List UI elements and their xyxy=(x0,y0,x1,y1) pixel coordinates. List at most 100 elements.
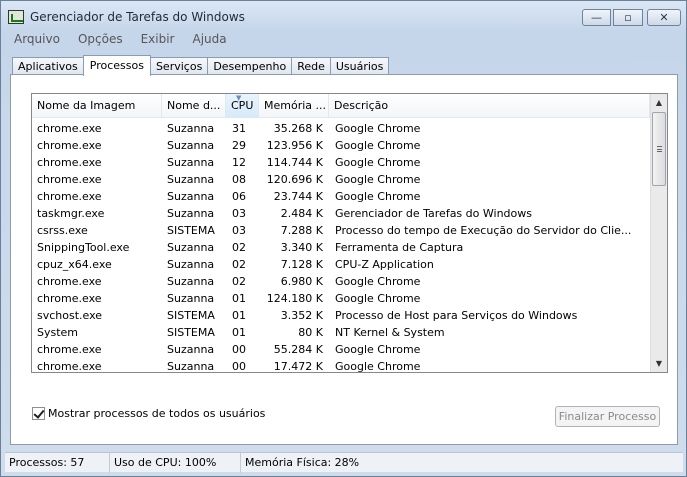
process-cpu: 00 xyxy=(232,343,246,356)
title-bar[interactable]: Gerenciador de Tarefas do Windows — ▫ ✕ xyxy=(1,1,686,31)
process-image-name: chrome.exe xyxy=(37,343,102,356)
column-header-description[interactable]: Descrição xyxy=(329,94,650,118)
process-description: Processo de Host para Serviços do Window… xyxy=(335,309,578,322)
process-cpu: 03 xyxy=(232,224,246,237)
table-row[interactable]: chrome.exe Suzanna 01 124.180 K Google Chrom… xyxy=(32,290,650,307)
menu-arquivo[interactable]: Arquivo xyxy=(5,31,69,47)
tab-rede[interactable]: Rede xyxy=(291,57,331,75)
status-process-count: Processos: 57 xyxy=(5,453,110,473)
process-user-name: Suzanna xyxy=(167,343,215,356)
table-row[interactable]: chrome.exe Suzanna 06 23.744 K Google Chrome xyxy=(32,188,650,205)
table-row[interactable]: chrome.exe Suzanna 08 120.696 K Google Chrom… xyxy=(32,171,650,188)
process-description: NT Kernel & System xyxy=(335,326,445,339)
tab-desempenho[interactable]: Desempenho xyxy=(207,57,293,75)
process-memory: 23.744 K xyxy=(273,190,323,203)
task-manager-app-icon[interactable] xyxy=(8,10,24,24)
process-description: Google Chrome xyxy=(335,343,421,356)
process-description: CPU-Z Application xyxy=(335,258,434,271)
process-user-name: SISTEMA xyxy=(167,326,215,339)
process-cpu: 02 xyxy=(232,275,246,288)
table-row[interactable]: svchost.exe SISTEMA 01 3.352 K Processo de H… xyxy=(32,307,650,324)
tab-usuarios[interactable]: Usuários xyxy=(329,57,390,75)
menu-ajuda[interactable]: Ajuda xyxy=(183,31,235,47)
process-description: Google Chrome xyxy=(335,360,421,373)
process-cpu: 06 xyxy=(232,190,246,203)
process-image-name: taskmgr.exe xyxy=(37,207,105,220)
process-image-name: csrss.exe xyxy=(37,224,88,237)
status-cpu-usage: Uso de CPU: 100% xyxy=(110,453,241,473)
process-memory: 80 K xyxy=(298,326,323,339)
scroll-up-arrow-icon[interactable]: ▲ xyxy=(651,94,667,111)
process-image-name: chrome.exe xyxy=(37,190,102,203)
grip-icon xyxy=(657,146,662,152)
close-button[interactable]: ✕ xyxy=(647,9,681,26)
show-all-processes-label[interactable]: Mostrar processos de todos os usuários xyxy=(48,407,265,420)
tab-servicos[interactable]: Serviços xyxy=(149,57,209,75)
process-user-name: Suzanna xyxy=(167,139,215,152)
process-image-name: chrome.exe xyxy=(37,275,102,288)
tab-aplicativos[interactable]: Aplicativos xyxy=(12,57,84,75)
column-header-cpu[interactable]: ▼ CPU xyxy=(226,94,259,118)
process-user-name: Suzanna xyxy=(167,207,215,220)
sort-descending-icon: ▼ xyxy=(236,94,242,102)
menu-bar: Arquivo Opções Exibir Ajuda xyxy=(5,31,236,47)
table-row[interactable]: System SISTEMA 01 80 K NT Kernel & System xyxy=(32,324,650,341)
process-image-name: chrome.exe xyxy=(37,122,102,135)
table-row[interactable]: chrome.exe Suzanna 00 55.284 K Google Chrome xyxy=(32,341,650,358)
table-row[interactable]: SnippingTool.exe Suzanna 02 3.340 K Ferramen… xyxy=(32,239,650,256)
table-row[interactable]: taskmgr.exe Suzanna 03 2.484 K Gerenciador d… xyxy=(32,205,650,222)
process-list[interactable]: Nome da Imagem Nome d... ▼ CPU Memória .… xyxy=(31,93,668,373)
show-all-processes-checkbox[interactable] xyxy=(32,407,45,420)
vertical-scrollbar[interactable]: ▲ ▼ xyxy=(650,94,667,372)
table-row[interactable]: chrome.exe Suzanna 12 114.744 K Google Chrom… xyxy=(32,154,650,171)
process-user-name: Suzanna xyxy=(167,156,215,169)
column-header-user-name[interactable]: Nome d... xyxy=(162,94,226,118)
process-cpu: 01 xyxy=(232,309,246,322)
process-memory: 2.484 K xyxy=(280,207,323,220)
process-memory: 17.472 K xyxy=(273,360,323,373)
process-cpu: 31 xyxy=(232,122,246,135)
process-user-name: Suzanna xyxy=(167,190,215,203)
process-user-name: Suzanna xyxy=(167,258,215,271)
scrollbar-thumb[interactable] xyxy=(652,112,666,186)
menu-exibir[interactable]: Exibir xyxy=(132,31,184,47)
process-user-name: Suzanna xyxy=(167,292,215,305)
process-image-name: svchost.exe xyxy=(37,309,103,322)
table-row[interactable]: csrss.exe SISTEMA 03 7.288 K Processo do tem… xyxy=(32,222,650,239)
minimize-button[interactable]: — xyxy=(582,9,611,26)
column-header-image-name[interactable]: Nome da Imagem xyxy=(32,94,162,118)
process-cpu: 01 xyxy=(232,292,246,305)
process-memory: 35.268 K xyxy=(273,122,323,135)
process-user-name: Suzanna xyxy=(167,360,215,373)
process-memory: 124.180 K xyxy=(266,292,323,305)
scroll-down-arrow-icon[interactable]: ▼ xyxy=(651,355,667,372)
process-image-name: chrome.exe xyxy=(37,139,102,152)
processes-panel: Nome da Imagem Nome d... ▼ CPU Memória .… xyxy=(10,74,678,445)
menu-opcoes[interactable]: Opções xyxy=(69,31,132,47)
maximize-button[interactable]: ▫ xyxy=(613,9,643,26)
status-bar: Processos: 57 Uso de CPU: 100% Memória F… xyxy=(5,452,683,473)
column-header-memory[interactable]: Memória ... xyxy=(259,94,329,118)
process-description: Google Chrome xyxy=(335,292,421,305)
status-physical-memory: Memória Física: 28% xyxy=(245,456,360,469)
process-image-name: System xyxy=(37,326,79,339)
table-row[interactable]: chrome.exe Suzanna 00 17.472 K Google Chrome xyxy=(32,358,650,373)
process-memory: 3.340 K xyxy=(280,241,323,254)
end-process-button[interactable]: Finalizar Processo xyxy=(555,406,660,427)
table-row[interactable]: chrome.exe Suzanna 29 123.956 K Google Chrom… xyxy=(32,137,650,154)
process-image-name: chrome.exe xyxy=(37,292,102,305)
process-memory: 6.980 K xyxy=(280,275,323,288)
table-row[interactable]: chrome.exe Suzanna 31 35.268 K Google Chrome xyxy=(32,120,650,137)
process-image-name: chrome.exe xyxy=(37,173,102,186)
tab-processos[interactable]: Processos xyxy=(82,55,151,76)
column-header-cpu-label: CPU xyxy=(231,99,254,112)
process-cpu: 08 xyxy=(232,173,246,186)
process-memory: 120.696 K xyxy=(266,173,323,186)
process-description: Google Chrome xyxy=(335,190,421,203)
process-description: Google Chrome xyxy=(335,122,421,135)
table-row[interactable]: cpuz_x64.exe Suzanna 02 7.128 K CPU-Z Applic… xyxy=(32,256,650,273)
process-image-name: SnippingTool.exe xyxy=(37,241,130,254)
process-cpu: 12 xyxy=(232,156,246,169)
table-row[interactable]: chrome.exe Suzanna 02 6.980 K Google Chrome xyxy=(32,273,650,290)
show-all-processes-option[interactable]: Mostrar processos de todos os usuários xyxy=(32,407,265,420)
